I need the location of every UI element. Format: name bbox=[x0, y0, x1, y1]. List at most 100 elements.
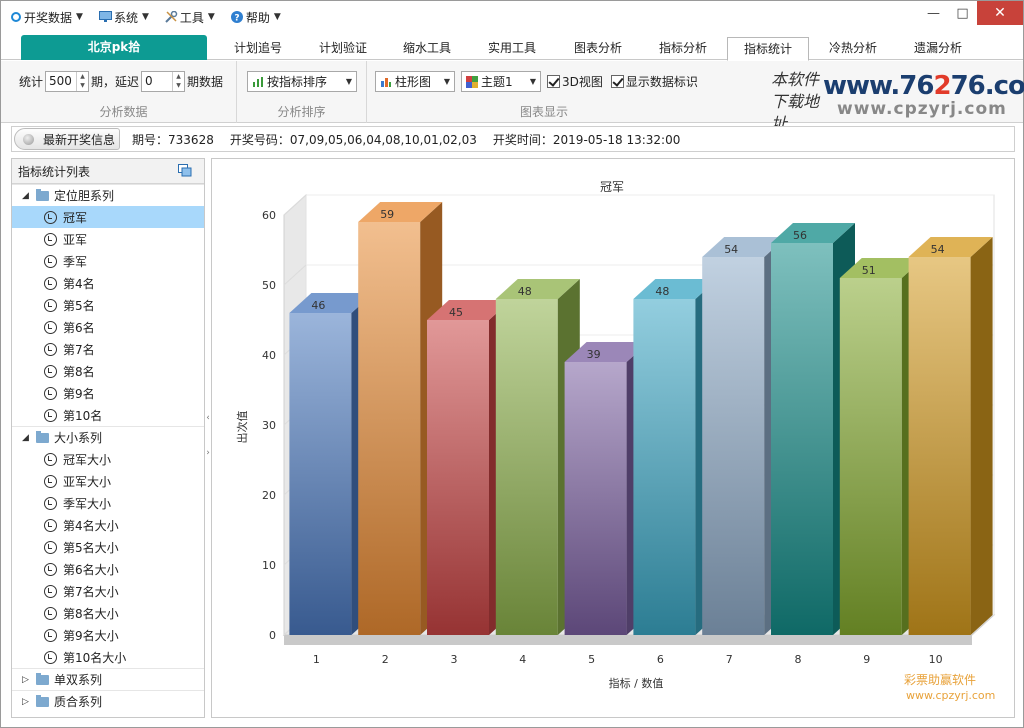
tab-plan-verify[interactable]: 计划验证 bbox=[301, 37, 385, 60]
tree-group[interactable]: ▷ 单双系列 bbox=[12, 668, 204, 690]
stat-period-stepper[interactable]: 500 ▲ ▼ bbox=[45, 71, 90, 92]
tab-plan-chase[interactable]: 计划追号 bbox=[215, 37, 301, 60]
delay-stepper[interactable]: 0 ▲ ▼ bbox=[141, 71, 186, 92]
triangle-right-icon[interactable]: ▷ bbox=[22, 675, 36, 685]
tab-lottery-type[interactable]: 北京pk拾 bbox=[21, 35, 207, 60]
x-tick-label: 6 bbox=[657, 653, 664, 666]
tree-item[interactable]: 第5名大小 bbox=[12, 536, 204, 558]
indicator-list-title: 指标统计列表 bbox=[18, 164, 91, 179]
latest-draw-button[interactable]: 最新开奖信息 bbox=[14, 128, 121, 150]
menu-system[interactable]: 系统 ▼ bbox=[89, 1, 155, 33]
tree-item[interactable]: 亚军大小 bbox=[12, 470, 204, 492]
tree-group[interactable]: ◢ 大小系列 bbox=[12, 426, 204, 448]
tab-shrink-tool[interactable]: 缩水工具 bbox=[385, 37, 469, 60]
tree-item[interactable]: 第6名 bbox=[12, 316, 204, 338]
chart-type-select[interactable]: 柱形图 ▼ bbox=[375, 71, 455, 92]
tab-omission[interactable]: 遗漏分析 bbox=[895, 37, 981, 60]
tree-item-label: 冠军大小 bbox=[63, 452, 112, 467]
bar-front[interactable] bbox=[427, 320, 489, 635]
bar-front[interactable] bbox=[289, 313, 352, 635]
analysis-sort-row: 按指标排序 ▼ bbox=[247, 71, 363, 92]
help-icon: ? bbox=[230, 11, 243, 24]
tab-utility-tool[interactable]: 实用工具 bbox=[469, 37, 555, 60]
tree-group-label: 单双系列 bbox=[54, 673, 103, 687]
menu-tools[interactable]: 工具 ▼ bbox=[155, 1, 221, 33]
bar-chart: 0 10 20 30 40 50 60 46 1 59 2 45 3 48 4 39 5 48 6 54 7 56 8 51 9… bbox=[235, 180, 996, 690]
tree-item[interactable]: 第6名大小 bbox=[12, 558, 204, 580]
folder-icon bbox=[36, 694, 49, 707]
triangle-down-icon[interactable]: ◢ bbox=[22, 191, 36, 201]
tree-item-label: 第8名大小 bbox=[63, 606, 119, 621]
data-label: 48 bbox=[518, 285, 532, 298]
view3d-checkbox[interactable]: 3D视图 bbox=[547, 73, 603, 90]
tab-indicator-analysis[interactable]: 指标分析 bbox=[641, 37, 725, 60]
tree-item-label: 第4名 bbox=[63, 276, 95, 291]
tree-item[interactable]: 季军大小 bbox=[12, 492, 204, 514]
theme-select[interactable]: 主题1 ▼ bbox=[461, 71, 541, 92]
sort-select[interactable]: 按指标排序 ▼ bbox=[247, 71, 357, 92]
arrow-down-icon[interactable]: ▼ bbox=[77, 81, 88, 90]
bar-side bbox=[970, 237, 993, 635]
tab-chart-analysis[interactable]: 图表分析 bbox=[555, 37, 641, 60]
triangle-right-icon[interactable]: ▷ bbox=[22, 697, 36, 707]
indicator-list-header: 指标统计列表 bbox=[12, 159, 204, 184]
tree-item[interactable]: 第8名大小 bbox=[12, 602, 204, 624]
tree-item[interactable]: 第4名 bbox=[12, 272, 204, 294]
bar-front[interactable] bbox=[771, 243, 833, 635]
tree-item[interactable]: 第9名 bbox=[12, 382, 204, 404]
menu-open-data-label: 开奖数据 bbox=[24, 10, 73, 25]
tab-hot-cold[interactable]: 冷热分析 bbox=[811, 37, 895, 60]
bar-front[interactable] bbox=[633, 299, 696, 635]
tree-item[interactable]: 季军 bbox=[12, 250, 204, 272]
y-tick-label: 0 bbox=[269, 629, 276, 642]
close-button[interactable]: ✕ bbox=[977, 1, 1023, 25]
monitor-icon bbox=[98, 11, 112, 23]
tree-item[interactable]: 第5名 bbox=[12, 294, 204, 316]
menu-help-label: 帮助 bbox=[245, 10, 270, 25]
bar-front[interactable] bbox=[702, 257, 765, 635]
time-text: 开奖时间：2019-05-18 13:32:00 bbox=[493, 131, 680, 148]
menu-help[interactable]: ? 帮助 ▼ bbox=[221, 1, 287, 33]
bar-front[interactable] bbox=[564, 362, 627, 635]
tree-item[interactable]: 第7名 bbox=[12, 338, 204, 360]
tree-item[interactable]: 冠军大小 bbox=[12, 448, 204, 470]
copy-icon[interactable] bbox=[178, 164, 192, 177]
triangle-down-icon[interactable]: ◢ bbox=[22, 433, 36, 443]
tree-item[interactable]: 第10名 bbox=[12, 404, 204, 426]
tree-item[interactable]: 第8名 bbox=[12, 360, 204, 382]
tree-group[interactable]: ◢ 定位胆系列 bbox=[12, 184, 204, 206]
chart-panel: 0 10 20 30 40 50 60 46 1 59 2 45 3 48 4 39 5 48 6 54 7 56 8 51 9… bbox=[211, 158, 1015, 718]
show-labels-checkbox[interactable]: 显示数据标识 bbox=[610, 73, 698, 90]
bar-front[interactable] bbox=[358, 222, 421, 635]
tree-item[interactable]: 第7名大小 bbox=[12, 580, 204, 602]
bar-front[interactable] bbox=[495, 299, 558, 635]
arrow-down-icon[interactable]: ▼ bbox=[173, 81, 184, 90]
tab-indicator-stats[interactable]: 指标统计 bbox=[727, 37, 809, 61]
tree-item[interactable]: 第4名大小 bbox=[12, 514, 204, 536]
data-label: 45 bbox=[449, 306, 463, 319]
period-text: 期号：733628 bbox=[132, 131, 214, 148]
arrow-up-icon[interactable]: ▲ bbox=[173, 72, 184, 81]
tree-item[interactable]: 第10名大小 bbox=[12, 646, 204, 668]
checkbox-checked-icon bbox=[547, 75, 560, 88]
clock-icon bbox=[44, 606, 57, 620]
ring-icon bbox=[11, 12, 21, 22]
tree-item[interactable]: 亚军 bbox=[12, 228, 204, 250]
maximize-button[interactable]: □ bbox=[948, 1, 977, 25]
tree-item[interactable]: 第9名大小 bbox=[12, 624, 204, 646]
y-tick-label: 60 bbox=[262, 209, 276, 222]
menu-open-data[interactable]: 开奖数据 ▼ bbox=[1, 1, 89, 33]
y-tick-label: 20 bbox=[262, 489, 276, 502]
palette-icon bbox=[466, 75, 478, 88]
bar-front[interactable] bbox=[839, 278, 902, 635]
tree-item[interactable]: 冠军 bbox=[12, 206, 204, 228]
chevron-down-icon: ▼ bbox=[76, 12, 83, 22]
minimize-button[interactable]: — bbox=[919, 1, 948, 25]
clock-icon bbox=[44, 650, 57, 664]
tree-group[interactable]: ▷ 质合系列 bbox=[12, 690, 204, 712]
clock-icon bbox=[44, 364, 57, 378]
bar-front[interactable] bbox=[908, 257, 971, 635]
arrow-up-icon[interactable]: ▲ bbox=[77, 72, 88, 81]
analysis-data-row: 统计 500 ▲ ▼ 期，延迟 0 ▲ ▼ 期数据 bbox=[19, 71, 223, 92]
x-tick-label: 5 bbox=[588, 653, 595, 666]
